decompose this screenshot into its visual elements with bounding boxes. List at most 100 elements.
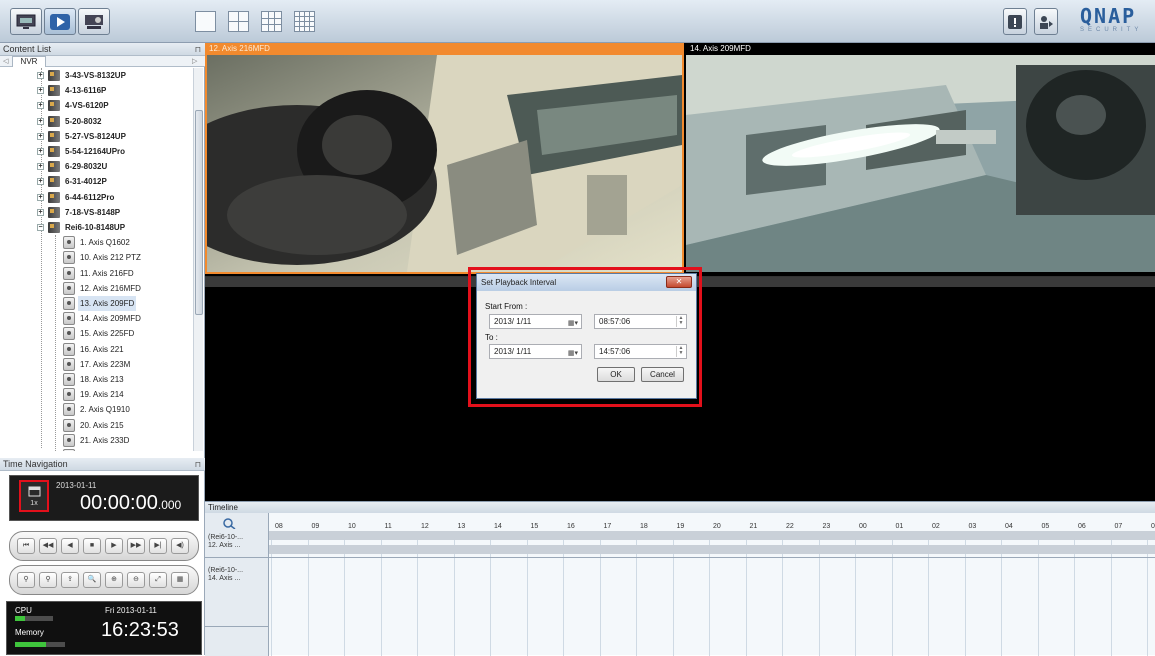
timeline-track[interactable] bbox=[269, 545, 1155, 554]
tree-item-label: 21. Axis 233D bbox=[80, 435, 130, 445]
tree-item-server[interactable]: +5-54-12164UPro bbox=[0, 144, 193, 159]
tree-item-camera[interactable]: 2. Axis Q1910 bbox=[0, 402, 193, 417]
export-button[interactable]: ⇪ bbox=[61, 572, 79, 588]
layout-2x2-button[interactable] bbox=[228, 11, 249, 32]
expand-icon[interactable]: + bbox=[37, 163, 44, 171]
alert-button[interactable] bbox=[1003, 8, 1027, 35]
status-date: Fri 2013-01-11 bbox=[105, 606, 157, 615]
playback-mode-button[interactable] bbox=[44, 8, 76, 35]
tree-item-camera[interactable]: 12. Axis 216MFD bbox=[0, 281, 193, 296]
system-status: CPU Memory Fri 2013-01-11 16:23:53 bbox=[6, 601, 202, 655]
tree-item-server[interactable]: +6-29-8032U bbox=[0, 159, 193, 174]
track-server-name: (Rei6-10-... bbox=[208, 534, 244, 541]
camera-icon bbox=[63, 357, 75, 371]
video-cell-2[interactable]: 14. Axis 209MFD bbox=[686, 43, 1155, 274]
tree-item-camera[interactable]: 20. Axis 215 bbox=[0, 418, 193, 433]
tree-item-label: 1. Axis Q1602 bbox=[80, 238, 130, 248]
reverse-play-button[interactable]: ◀ bbox=[61, 538, 79, 554]
cpu-bar bbox=[15, 616, 53, 621]
tree-scrollbar[interactable] bbox=[193, 68, 203, 451]
settings-mode-button[interactable] bbox=[78, 8, 110, 35]
time-nav-clock: 00:00:00.000 bbox=[80, 492, 181, 515]
audio-button[interactable]: ◀) bbox=[171, 538, 189, 554]
tree-item-camera[interactable]: 10. Axis 212 PTZ bbox=[0, 250, 193, 265]
tree-item-camera[interactable]: 11. Axis 216FD bbox=[0, 266, 193, 281]
tree-item-server[interactable]: +5-20-8032 bbox=[0, 114, 193, 129]
zoom-in-button[interactable]: ⊕ bbox=[105, 572, 123, 588]
next-frame-button[interactable]: ▶| bbox=[149, 538, 167, 554]
zoom-out-button[interactable]: ⊖ bbox=[127, 572, 145, 588]
start-date-field[interactable]: 2013/ 1/11 ▦▾ bbox=[489, 314, 582, 329]
fit-button[interactable]: ⤢ bbox=[149, 572, 167, 588]
notification-icon bbox=[1008, 14, 1022, 29]
nvr-server-icon bbox=[48, 161, 60, 173]
ok-button[interactable]: OK bbox=[597, 367, 635, 382]
expand-icon[interactable]: + bbox=[37, 132, 44, 140]
set-playback-interval-dialog: Set Playback Interval ✕ Start From : 201… bbox=[476, 273, 697, 399]
tree-item-server[interactable]: +6-44-6112Pro bbox=[0, 190, 193, 205]
search-button[interactable]: 🔍 bbox=[83, 572, 101, 588]
tree-item-server[interactable]: +6-31-4012P bbox=[0, 174, 193, 189]
tab-nvr[interactable]: NVR bbox=[12, 56, 46, 67]
layout-3x3-button[interactable] bbox=[261, 11, 282, 32]
tree-item-camera[interactable]: 17. Axis 223M bbox=[0, 357, 193, 372]
expand-icon[interactable]: + bbox=[37, 87, 44, 95]
dialog-title: Set Playback Interval bbox=[481, 278, 557, 287]
bookmark-edit-button[interactable]: ⚲ bbox=[39, 572, 57, 588]
tab-right-arrow-icon[interactable]: ▷ bbox=[192, 56, 197, 67]
tree-item-camera[interactable]: 1. Axis Q1602 bbox=[0, 235, 193, 250]
tree-item-server[interactable]: − Rei6-10-8148UP bbox=[0, 220, 193, 235]
grid-button[interactable]: ▦ bbox=[171, 572, 189, 588]
timeline-hour-label: 06 bbox=[1078, 523, 1086, 530]
play-button[interactable]: ▶ bbox=[105, 538, 123, 554]
end-time-field[interactable]: 14:57:06 ▲ ▼ bbox=[594, 344, 687, 359]
date-picker-icon[interactable]: ▦▾ bbox=[568, 347, 578, 360]
tree-item-camera[interactable]: 21. Axis 233D bbox=[0, 433, 193, 448]
tree-item-camera[interactable]: 19. Axis 214 bbox=[0, 387, 193, 402]
zoom-icon[interactable] bbox=[222, 517, 236, 529]
expand-icon[interactable]: + bbox=[37, 193, 44, 201]
expand-icon[interactable]: + bbox=[37, 208, 44, 216]
collapse-icon[interactable]: − bbox=[37, 224, 44, 231]
end-date-field[interactable]: 2013/ 1/11 ▦▾ bbox=[489, 344, 582, 359]
bookmark-button[interactable]: ⚲ bbox=[17, 572, 35, 588]
tree-item-server[interactable]: +7-18-VS-8148P bbox=[0, 205, 193, 220]
stop-button[interactable]: ■ bbox=[83, 538, 101, 554]
video-cell-1[interactable]: 12. Axis 216MFD bbox=[205, 43, 684, 274]
layout-4x4-button[interactable] bbox=[294, 11, 315, 32]
time-spinner-icon[interactable]: ▲ ▼ bbox=[676, 346, 685, 357]
tree-item-camera[interactable]: 16. Axis 221 bbox=[0, 342, 193, 357]
first-frame-button[interactable]: ⏮ bbox=[17, 538, 35, 554]
fast-forward-button[interactable]: ▶▶ bbox=[127, 538, 145, 554]
time-spinner-icon[interactable]: ▲ ▼ bbox=[676, 316, 685, 327]
start-time-field[interactable]: 08:57:06 ▲ ▼ bbox=[594, 314, 687, 329]
expand-icon[interactable]: + bbox=[37, 72, 44, 79]
timeline-track[interactable] bbox=[269, 531, 1155, 540]
tree-item-camera[interactable]: 29. Axis P3304 bbox=[0, 448, 193, 451]
date-picker-icon[interactable]: ▦▾ bbox=[568, 317, 578, 330]
tree-item-server[interactable]: +4-13-6116P bbox=[0, 83, 193, 98]
tree-item-server[interactable]: +3-43-VS-8132UP bbox=[0, 68, 193, 83]
cancel-button[interactable]: Cancel bbox=[641, 367, 684, 382]
tree-item-camera[interactable]: 15. Axis 225FD bbox=[0, 326, 193, 341]
tree-item-camera[interactable]: 13. Axis 209FD bbox=[0, 296, 193, 311]
pin-icon[interactable]: ⊓ bbox=[195, 458, 201, 471]
tree-scroll-thumb[interactable] bbox=[195, 110, 203, 315]
calendar-button[interactable]: 1x bbox=[19, 480, 49, 512]
expand-icon[interactable]: + bbox=[37, 178, 44, 186]
close-button[interactable]: ✕ bbox=[666, 276, 692, 288]
monitor-mode-button[interactable] bbox=[10, 8, 42, 35]
video-cell-4[interactable] bbox=[686, 276, 1155, 501]
rewind-button[interactable]: ◀◀ bbox=[39, 538, 57, 554]
expand-icon[interactable]: + bbox=[37, 102, 44, 110]
expand-icon[interactable]: + bbox=[37, 148, 44, 155]
tree-item-server[interactable]: +5-27-VS-8124UP bbox=[0, 129, 193, 144]
tree-item-server[interactable]: +4-VS-6120P bbox=[0, 98, 193, 113]
expand-icon[interactable]: + bbox=[37, 117, 44, 125]
layout-single-button[interactable] bbox=[195, 11, 216, 32]
tree-item-camera[interactable]: 14. Axis 209MFD bbox=[0, 311, 193, 326]
tree-item-camera[interactable]: 18. Axis 213 bbox=[0, 372, 193, 387]
tab-left-arrow-icon[interactable]: ◁ bbox=[3, 56, 8, 67]
pin-icon[interactable]: ⊓ bbox=[195, 43, 201, 56]
logout-button[interactable] bbox=[1034, 8, 1058, 35]
